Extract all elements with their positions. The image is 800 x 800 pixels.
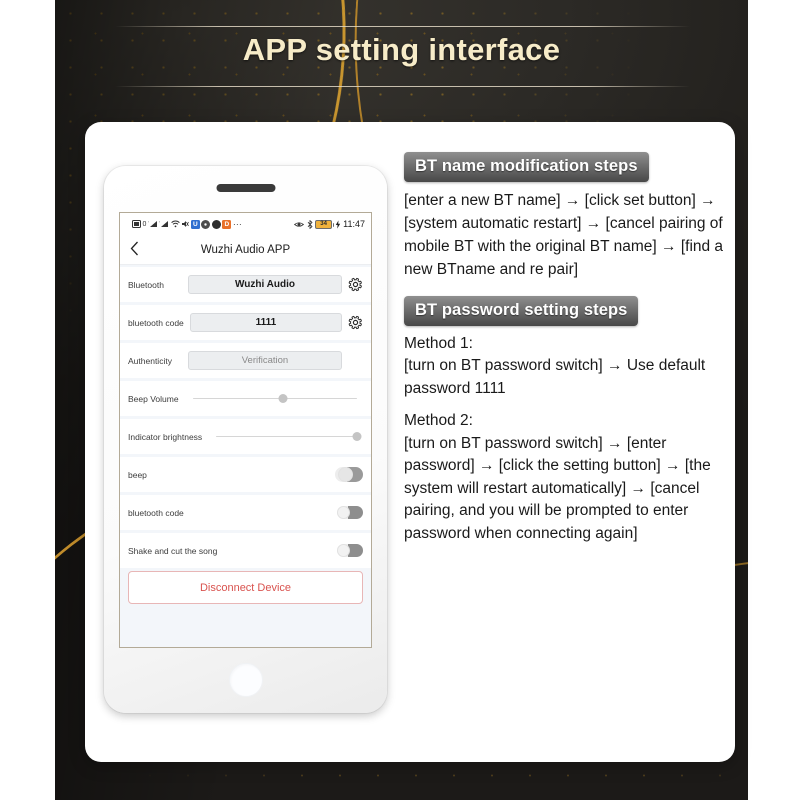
phone-home-button[interactable]: [228, 663, 263, 697]
instructions-panel: BT name modification steps [enter a new …: [404, 152, 726, 545]
row-label: Bluetooth: [128, 279, 164, 290]
toggle-knob: [338, 467, 353, 482]
row-label: Indicator brightness: [128, 431, 203, 442]
slider-track: [216, 435, 357, 437]
page-title: APP setting interface: [242, 32, 561, 67]
settings-row-bluetooth-code[interactable]: bluetooth code 1111: [120, 305, 371, 340]
bt-name-steps-body: [enter a new BT name] → [click set butto…: [404, 192, 724, 278]
shake-cut-song-toggle[interactable]: [337, 544, 363, 557]
header-rule-top: [115, 26, 690, 27]
method-2-body: [turn on BT password switch] → [enter pa…: [404, 434, 711, 542]
signal-bars-2-icon: ": [159, 220, 169, 228]
app-bar: Wuzhi Audio APP: [120, 235, 371, 265]
status-bar-clock: 11:47: [343, 219, 365, 229]
slider-track: [192, 397, 357, 399]
sd-card-count: 0: [142, 220, 147, 228]
header-rule-bottom: [115, 86, 690, 87]
status-bar-right-icons: 34 11:47: [294, 219, 365, 229]
settings-row-beep-volume[interactable]: Beep Volume: [120, 381, 371, 416]
settings-list: Bluetooth Wuzhi Audio bluetooth code 111…: [120, 265, 371, 604]
bluetooth-icon: [307, 219, 313, 229]
svg-text:": ": [159, 221, 160, 225]
row-label: Beep Volume: [128, 393, 179, 404]
bt-password-section: BT password setting steps Method 1: [tur…: [404, 295, 726, 545]
status-bar-left-icons: 0 " " U D ⋯: [126, 219, 294, 230]
settings-row-bluetooth-code-toggle[interactable]: bluetooth code: [120, 495, 371, 530]
chat-bubble-icon: [211, 219, 221, 229]
vibrate-mute-icon: [181, 220, 190, 228]
bluetooth-code-toggle[interactable]: [337, 506, 363, 519]
beep-volume-slider[interactable]: [192, 392, 357, 406]
settings-row-indicator-brightness[interactable]: Indicator brightness: [120, 419, 371, 454]
back-chevron-icon[interactable]: [130, 241, 139, 259]
bt-password-steps-heading: BT password setting steps: [404, 295, 639, 326]
more-icon: ⋯: [232, 218, 243, 229]
signal-bars-1-icon: ": [148, 220, 158, 228]
phone-screen: 0 " " U D ⋯ 34 11:47 Wuzhi Audio APP Blu…: [119, 212, 372, 648]
toggle-knob: [337, 544, 350, 557]
verification-button[interactable]: Verification: [188, 351, 342, 370]
slider-knob[interactable]: [352, 431, 362, 441]
app-badge-blue-icon: U: [190, 219, 200, 229]
row-label: bluetooth code: [128, 507, 184, 518]
slider-knob[interactable]: [278, 393, 288, 403]
bluetooth-code-field[interactable]: 1111: [189, 313, 342, 332]
toggle-knob: [337, 506, 350, 519]
row-label: Authenticity: [128, 355, 172, 366]
svg-text:": ": [148, 221, 149, 225]
eye-care-icon: [294, 221, 305, 228]
charging-bolt-icon: [335, 219, 341, 229]
settings-row-bluetooth-name[interactable]: Bluetooth Wuzhi Audio: [120, 267, 371, 302]
row-label: beep: [128, 469, 147, 480]
settings-row-authenticity[interactable]: Authenticity Verification: [120, 343, 371, 378]
battery-indicator: 34: [315, 219, 335, 229]
app-bar-title: Wuzhi Audio APP: [200, 243, 291, 256]
app-badge-orange-icon: D: [222, 219, 232, 229]
status-bar: 0 " " U D ⋯ 34 11:47: [120, 213, 371, 235]
gear-icon[interactable]: [348, 315, 363, 330]
bt-name-steps-heading: BT name modification steps: [404, 152, 649, 182]
gear-placeholder: [348, 353, 363, 368]
row-label: bluetooth code: [128, 317, 184, 328]
settings-row-shake-cut-song[interactable]: Shake and cut the song: [120, 533, 371, 568]
toggle-track: [348, 544, 363, 557]
app-badge-dark-icon: [201, 219, 211, 229]
beep-toggle[interactable]: [335, 467, 363, 482]
phone-mockup: 0 " " U D ⋯ 34 11:47 Wuzhi Audio APP Blu…: [104, 166, 387, 713]
phone-speaker-icon: [216, 184, 275, 192]
page-root: APP setting interface 0 " " U D ⋯ 34 11:…: [0, 0, 800, 800]
method-1-title: Method 1:: [404, 334, 473, 352]
toggle-track: [348, 506, 363, 519]
method-2-title: Method 2:: [404, 412, 473, 430]
gear-icon[interactable]: [348, 277, 363, 292]
bluetooth-name-field[interactable]: Wuzhi Audio: [188, 275, 342, 294]
settings-row-beep[interactable]: beep: [120, 457, 371, 492]
wifi-icon: [171, 220, 180, 228]
row-label: Shake and cut the song: [128, 545, 218, 556]
sd-card-icon: [132, 220, 141, 228]
indicator-brightness-slider[interactable]: [216, 430, 362, 444]
disconnect-device-button[interactable]: Disconnect Device: [128, 571, 363, 604]
method-1-body: [turn on BT password switch] → Use defau…: [404, 357, 706, 397]
